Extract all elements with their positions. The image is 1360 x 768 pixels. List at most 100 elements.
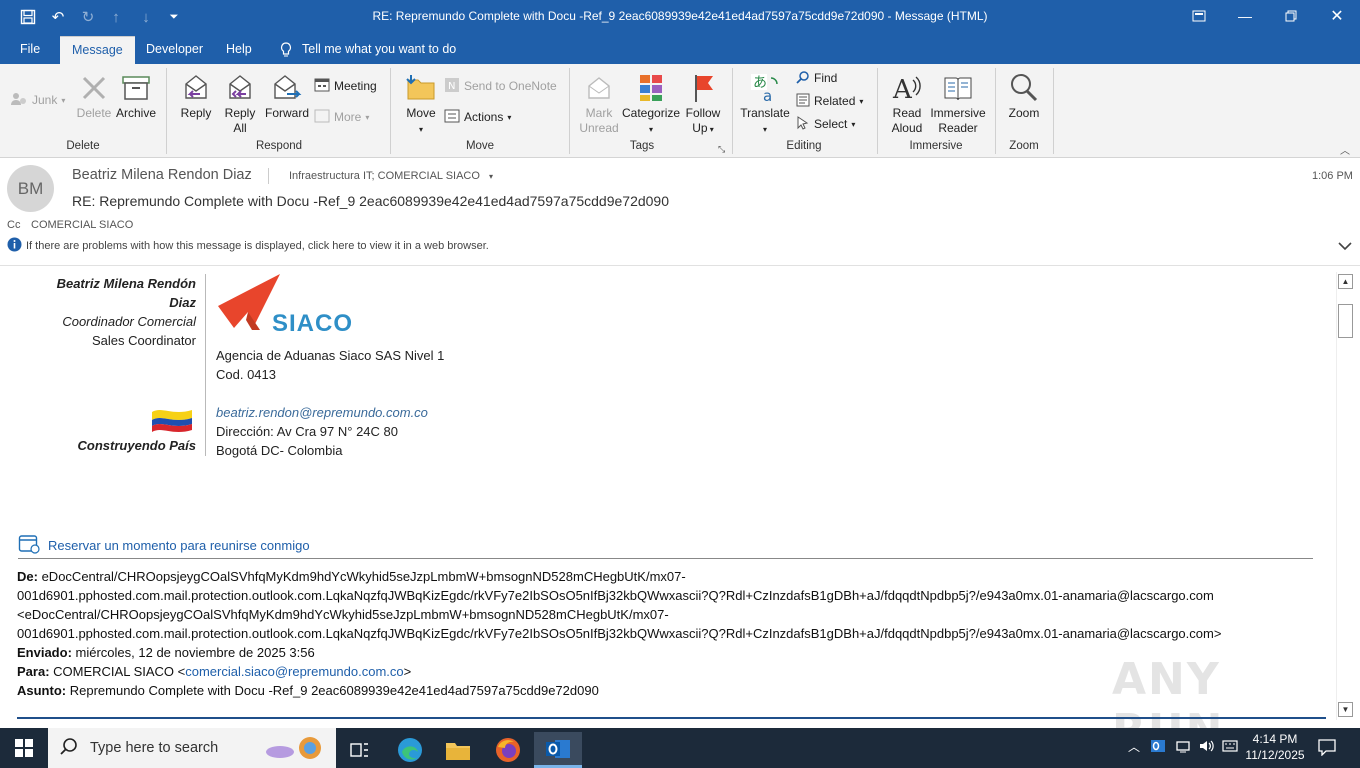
collapse-ribbon-icon[interactable]: ︿ xyxy=(1340,142,1350,157)
signature-code: Cod. 0413 xyxy=(216,367,276,382)
group-label-zoom: Zoom xyxy=(1009,140,1039,152)
sender-name[interactable]: Beatriz Milena Rendon Diaz xyxy=(72,167,252,183)
categorize-icon xyxy=(640,75,662,101)
signature-company-block: Agencia de Aduanas Siaco SAS Nivel 1 Cod… xyxy=(216,346,444,460)
group-label-tags: Tags xyxy=(629,140,655,152)
scroll-thumb[interactable] xyxy=(1338,304,1353,338)
tell-me-text: Tell me what you want to do xyxy=(302,42,457,56)
signature-company: Agencia de Aduanas Siaco SAS Nivel 1 xyxy=(216,348,445,363)
translate-button[interactable]: あa Translate ▾ xyxy=(738,72,792,137)
cc-label: Cc xyxy=(7,219,21,231)
ribbon-display-options-icon[interactable] xyxy=(1176,0,1222,32)
window-title: RE: Repremundo Complete with Docu -Ref_9… xyxy=(372,9,988,23)
recipients[interactable]: Infraestructura IT; COMERCIAL SIACO ▾ xyxy=(289,170,493,182)
info-bar[interactable]: If there are problems with how this mess… xyxy=(7,237,489,255)
signature-email-link[interactable]: beatriz.rendon@repremundo.com.co xyxy=(216,403,444,422)
network-icon[interactable] xyxy=(1175,738,1191,757)
mark-unread-button[interactable]: Mark Unread xyxy=(576,72,622,136)
calendar-icon xyxy=(314,78,330,95)
booking-link[interactable]: Reservar un momento para reunirse conmig… xyxy=(18,534,310,557)
related-button[interactable]: Related ▾ xyxy=(796,91,863,111)
siaco-logo-text: SIACO xyxy=(272,310,354,337)
group-label-editing: Editing xyxy=(786,140,822,152)
move-button[interactable]: Move ▾ xyxy=(400,72,442,137)
group-separator xyxy=(732,68,733,154)
chevron-down-icon: ▾ xyxy=(488,172,493,181)
calendar-booking-icon xyxy=(18,534,40,557)
group-separator xyxy=(1053,68,1054,154)
mark-unread-icon xyxy=(588,77,610,99)
file-explorer-icon[interactable] xyxy=(436,732,480,768)
delete-button[interactable]: Delete xyxy=(74,72,114,121)
group-label-delete: Delete xyxy=(66,140,100,152)
from-line3: <eDocCentral/CHROopsjeygCOalSVhfqMyKdm9h… xyxy=(17,607,669,622)
volume-icon[interactable] xyxy=(1198,738,1216,757)
vertical-scrollbar[interactable]: ▲ ▼ xyxy=(1336,272,1354,720)
message-body: Beatriz Milena Rendón Diaz Coordinador C… xyxy=(0,266,1336,728)
title-bar: ↶ ↻ ↑ ↓ ⏷ RE: Repremundo Complete with D… xyxy=(0,0,1360,34)
firefox-icon[interactable] xyxy=(486,732,530,768)
cc-recipient[interactable]: COMERCIAL SIACO xyxy=(31,219,133,231)
categorize-button[interactable]: Categorize ▾ xyxy=(622,72,680,137)
junk-button[interactable]: Junk ▾ xyxy=(10,90,65,110)
archive-button[interactable]: Archive xyxy=(114,72,158,121)
scroll-up-icon[interactable]: ▲ xyxy=(1338,274,1353,289)
folder-move-icon xyxy=(406,75,435,100)
onenote-icon: N xyxy=(444,77,460,96)
tab-file[interactable]: File xyxy=(20,40,40,64)
tab-help[interactable]: Help xyxy=(226,40,252,64)
signature-city: Bogotá DC- Colombia xyxy=(216,443,343,458)
select-button[interactable]: Select ▾ xyxy=(796,114,855,134)
translate-icon: あa xyxy=(751,74,778,104)
forward-button[interactable]: Forward xyxy=(262,72,312,121)
group-separator xyxy=(995,68,996,154)
find-button[interactable]: Find xyxy=(796,68,837,88)
tab-message[interactable]: Message xyxy=(60,36,135,64)
signature-slogan: Construyendo País xyxy=(77,438,196,453)
follow-up-button[interactable]: Follow Up ▾ xyxy=(682,72,724,137)
minimize-button[interactable]: — xyxy=(1222,0,1268,32)
restore-button[interactable] xyxy=(1268,0,1314,32)
meeting-button[interactable]: Meeting xyxy=(314,76,377,96)
tags-dialog-launcher-icon[interactable]: ⤡ xyxy=(718,144,725,155)
reply-icon xyxy=(185,75,207,99)
windows-start-icon[interactable] xyxy=(2,730,46,766)
delete-icon xyxy=(82,76,106,100)
actions-button[interactable]: Actions ▾ xyxy=(444,107,511,127)
more-respond-button[interactable]: More ▾ xyxy=(314,107,369,127)
zoom-button[interactable]: Zoom xyxy=(1002,72,1046,121)
task-view-icon[interactable] xyxy=(338,732,382,768)
notifications-icon[interactable] xyxy=(1318,738,1336,759)
group-separator xyxy=(569,68,570,154)
group-separator xyxy=(166,68,167,154)
reply-all-button[interactable]: Reply All xyxy=(218,72,262,136)
avatar[interactable]: BM xyxy=(7,165,54,212)
group-label-immersive: Immersive xyxy=(909,140,963,152)
outlook-tray-icon[interactable] xyxy=(1150,738,1166,757)
more-icon xyxy=(314,109,330,126)
clock[interactable]: 4:14 PM 11/12/2025 xyxy=(1240,731,1310,763)
expand-header-icon[interactable] xyxy=(1338,240,1352,254)
separator-line xyxy=(18,558,1313,559)
ribbon-tabs: File Message Developer Help Tell me what… xyxy=(0,34,1360,64)
tab-developer[interactable]: Developer xyxy=(146,40,203,64)
tell-me-box[interactable]: Tell me what you want to do xyxy=(280,40,456,64)
show-hidden-icons[interactable]: ︿ xyxy=(1128,738,1140,755)
close-button[interactable]: ✕ xyxy=(1314,0,1360,32)
scroll-down-icon[interactable]: ▼ xyxy=(1338,702,1353,717)
to-email-link[interactable]: comercial.siaco@repremundo.com.co xyxy=(185,664,403,679)
signature-left: Beatriz Milena Rendón Diaz Coordinador C… xyxy=(0,274,196,350)
forward-icon xyxy=(274,75,302,99)
outlook-taskbar-icon[interactable] xyxy=(534,732,582,768)
language-icon[interactable] xyxy=(1222,738,1238,757)
signature-name-line1: Beatriz Milena Rendón xyxy=(56,276,196,291)
signature-role-es: Coordinador Comercial xyxy=(62,314,196,329)
forwarded-subject: Repremundo Complete with Docu -Ref_9 2ea… xyxy=(69,683,599,698)
taskbar-search-box[interactable]: Type here to search xyxy=(48,728,336,768)
edge-browser-icon[interactable] xyxy=(388,732,432,768)
header-divider xyxy=(268,168,269,184)
immersive-reader-button[interactable]: Immersive Reader xyxy=(928,72,988,136)
send-to-onenote-button[interactable]: N Send to OneNote xyxy=(444,76,557,96)
reply-button[interactable]: Reply xyxy=(174,72,218,121)
read-aloud-button[interactable]: A Read Aloud xyxy=(884,72,930,136)
